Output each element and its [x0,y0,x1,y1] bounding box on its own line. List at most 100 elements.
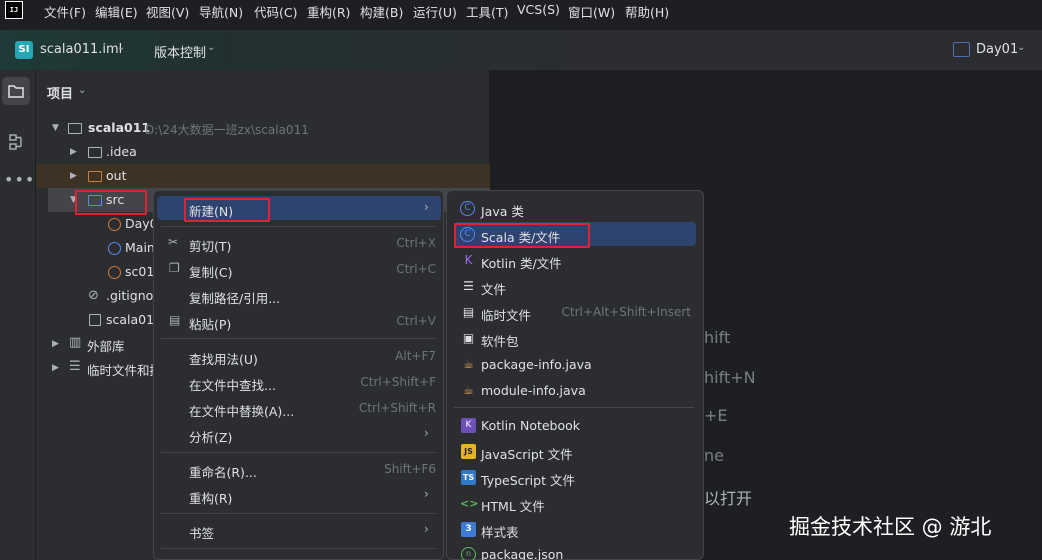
tree-item-main[interactable]: Main [125,240,155,255]
separator [161,513,437,514]
shortcut-label: Alt+F7 [395,349,436,363]
editor-hint: +E [704,406,728,425]
project-tool-button[interactable] [2,77,30,105]
vcs-selector[interactable]: 版本控制 [154,42,206,61]
menu-item-refactor[interactable]: 重构(R) [189,488,232,507]
tree-item-out[interactable]: out [106,168,126,183]
shortcut-label: Ctrl+X [396,236,436,250]
menu-item-find-in-files[interactable]: 在文件中查找... [189,375,276,394]
project-badge[interactable]: SI [15,41,33,59]
scala-class-icon [108,242,121,255]
shortcut-label: Shift+F6 [384,462,436,476]
chevron-right-icon: › [424,487,429,501]
chevron-down-icon[interactable]: ⌄ [207,42,215,53]
submenu-item-module-info[interactable]: module-info.java [481,383,586,398]
submenu-item-package-info[interactable]: package-info.java [481,357,592,372]
tree-item-idea[interactable]: .idea [106,144,137,159]
menu-vcs[interactable]: VCS(S) [517,2,560,17]
submenu-item-html[interactable]: HTML 文件 [481,496,545,515]
menu-window[interactable]: 窗口(W) [568,2,615,21]
menu-edit[interactable]: 编辑(E) [95,2,138,21]
menu-item-cut[interactable]: 剪切(T) [189,236,231,255]
chevron-down-icon[interactable]: ▼ [52,123,59,133]
chevron-right-icon[interactable]: ▶ [52,363,59,373]
menu-item-replace-in-files[interactable]: 在文件中替换(A)... [189,401,294,420]
chevron-right-icon[interactable]: ▶ [52,339,59,349]
menu-build[interactable]: 构建(B) [360,2,403,21]
chevron-right-icon: › [424,522,429,536]
structure-tool-button[interactable] [2,128,30,156]
menu-item-rename[interactable]: 重命名(R)... [189,462,257,481]
more-tools-icon[interactable]: ••• [4,170,35,189]
project-selector[interactable]: scala011.iml [40,42,122,57]
notebook-icon: K [461,418,476,433]
cut-icon: ✂ [168,235,179,249]
chevron-right-icon[interactable]: ▶ [70,171,77,181]
submenu-item-javascript[interactable]: JavaScript 文件 [481,444,573,463]
menu-item-copy[interactable]: 复制(C) [189,262,232,281]
separator [161,548,437,549]
menu-item-find-usages[interactable]: 查找用法(U) [189,349,258,368]
menu-file[interactable]: 文件(F) [44,2,86,21]
scratch-file-icon: ▤ [462,305,475,319]
submenu-item-typescript[interactable]: TypeScript 文件 [481,470,575,489]
scala-object-icon [108,218,121,231]
chevron-down-icon[interactable]: ⌄ [117,42,125,53]
tree-item-scratches[interactable]: 临时文件和控 [87,360,162,379]
menu-view[interactable]: 视图(V) [146,2,189,21]
editor-hint: hift [704,328,731,347]
folder-icon [88,171,102,182]
menu-code[interactable]: 代码(C) [254,2,297,21]
menu-help[interactable]: 帮助(H) [625,2,669,21]
package-icon: ▣ [462,331,475,345]
tree-item-sc01[interactable]: sc01 [125,264,154,279]
run-config-selector[interactable]: Day01 [976,42,1018,57]
ignore-file-icon: ⊘ [88,288,99,303]
tree-item-path-hint: D:\24大数据一班zx\scala011 [145,123,309,137]
scratches-icon: ☰ [69,359,81,374]
json-icon: n [461,547,476,560]
menu-refactor[interactable]: 重构(R) [307,2,350,21]
shortcut-label: Ctrl+Alt+Shift+Insert [561,305,691,319]
chevron-right-icon[interactable]: ▶ [70,147,77,157]
chevron-down-icon[interactable]: ⌄ [78,85,86,96]
folder-icon [8,85,24,98]
menu-item-bookmarks[interactable]: 书签 [189,523,214,542]
menu-run[interactable]: 运行(U) [413,2,457,21]
submenu-item-package[interactable]: 软件包 [481,331,519,350]
submenu-item-kotlin-notebook[interactable]: Kotlin Notebook [481,418,580,433]
css-icon: 3 [461,522,476,537]
coffee-icon: ☕ [463,357,474,371]
shortcut-label: Ctrl+C [396,262,436,276]
submenu-item-scratch-file[interactable]: 临时文件 [481,305,531,324]
submenu-item-java-class[interactable]: Java 类 [481,201,524,220]
menu-tools[interactable]: 工具(T) [466,2,508,21]
menu-navigate[interactable]: 导航(N) [199,2,243,21]
tree-item-external-libraries[interactable]: 外部库 [87,336,125,355]
folder-icon [88,147,102,158]
ts-icon: TS [461,470,476,485]
coffee-icon: ☕ [463,383,474,397]
panel-title[interactable]: 项目 [47,83,73,102]
separator [161,452,437,453]
menu-item-copy-path[interactable]: 复制路径/引用... [189,288,280,307]
paste-icon: ▤ [169,313,181,327]
kotlin-icon: K [464,253,473,267]
submenu-item-file[interactable]: 文件 [481,279,506,298]
submenu-item-package-json[interactable]: package.json [481,547,563,560]
app-logo-icon[interactable]: IJ [5,1,23,19]
java-class-icon: C [460,201,475,216]
tree-item-gitignore[interactable]: .gitignor [106,288,158,303]
scala-object-icon [108,266,121,279]
menu-item-analyze[interactable]: 分析(Z) [189,427,232,446]
submenu-item-kotlin[interactable]: Kotlin 类/文件 [481,253,562,272]
shortcut-label: Ctrl+Shift+F [360,375,436,389]
submenu-item-stylesheet[interactable]: 样式表 [481,522,519,541]
structure-icon [9,134,22,150]
menu-item-paste[interactable]: 粘贴(P) [189,314,231,333]
chevron-right-icon: › [424,200,429,214]
shortcut-label: Ctrl+Shift+R [358,401,436,415]
tree-item-scala011[interactable]: scala011 [88,120,150,135]
chevron-down-icon[interactable]: ⌄ [1017,42,1025,53]
copy-icon: ❐ [169,261,180,275]
